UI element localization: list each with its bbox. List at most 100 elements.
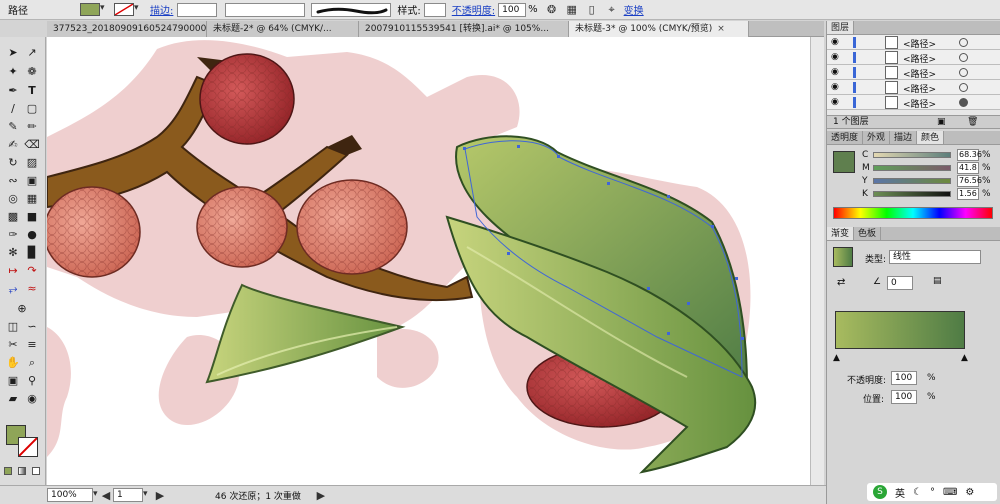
- type-tool-icon[interactable]: T: [24, 83, 40, 99]
- gradient-stop-right-icon[interactable]: ▲: [961, 353, 968, 363]
- target-icon[interactable]: [959, 68, 968, 77]
- artboard-canvas[interactable]: [47, 37, 810, 485]
- eye-icon[interactable]: ◉: [831, 37, 839, 47]
- layer-row[interactable]: ◉ <路径>: [827, 65, 1000, 80]
- eyedropper-tool-icon[interactable]: ✑: [5, 227, 21, 243]
- gradient-opacity-input[interactable]: 100: [891, 371, 917, 385]
- zoom-dropdown-icon[interactable]: [93, 489, 101, 502]
- eye-icon[interactable]: ◉: [831, 52, 839, 62]
- punctuation-icon[interactable]: °: [930, 487, 935, 498]
- selection-tool-icon[interactable]: ➤: [5, 45, 21, 61]
- tab-transparency[interactable]: 透明度: [827, 131, 864, 144]
- reverse-gradient-icon[interactable]: ⇄: [837, 277, 845, 288]
- tab-swatches[interactable]: 色板: [854, 227, 882, 240]
- keyboard-icon[interactable]: ⌨: [943, 487, 957, 498]
- variable-width-field[interactable]: [225, 2, 306, 17]
- tab-doc-2[interactable]: 未标题-2* @ 64% (CMYK/...: [207, 21, 359, 37]
- layer-row[interactable]: ◉ <路径>: [827, 35, 1000, 50]
- pen-tool-icon[interactable]: ✒: [5, 83, 21, 99]
- none-mode-icon[interactable]: [32, 467, 40, 475]
- eye-icon[interactable]: ◉: [831, 82, 839, 92]
- target-icon[interactable]: [959, 83, 968, 92]
- reshape-tool-icon[interactable]: ↷: [24, 263, 40, 279]
- tab-layers[interactable]: 图层: [827, 21, 855, 34]
- symbol-sprayer-tool-icon[interactable]: ✻: [5, 245, 21, 261]
- yellow-input[interactable]: 76.56: [957, 175, 982, 187]
- fill-dropdown-icon[interactable]: [100, 3, 108, 16]
- pencil-tool-icon[interactable]: ✏: [24, 119, 40, 135]
- layer-row[interactable]: ◉ <路径>: [827, 80, 1000, 95]
- prev-artboard-icon[interactable]: ◀: [101, 487, 111, 503]
- document-setup-icon[interactable]: ▦: [564, 2, 580, 18]
- new-layer-icon[interactable]: ▣: [937, 116, 946, 129]
- gradient-location-input[interactable]: 100: [891, 390, 917, 404]
- tab-appearance[interactable]: 外观: [863, 131, 891, 144]
- yellow-slider[interactable]: [873, 178, 951, 184]
- magenta-input[interactable]: 41.8: [957, 162, 979, 174]
- artboard-number-field[interactable]: 1: [113, 488, 143, 502]
- sogou-logo-icon[interactable]: S: [873, 485, 887, 499]
- tab-doc-3[interactable]: 2007910115539541 [转换].ai* @ 105%...: [359, 21, 569, 37]
- gradient-slider[interactable]: [835, 311, 965, 349]
- eraser-tool-icon[interactable]: ⌫: [24, 137, 40, 153]
- mesh-tool-icon[interactable]: ▩: [5, 209, 21, 225]
- magic-wand-tool-icon[interactable]: ✦: [5, 64, 21, 80]
- cyan-slider[interactable]: [873, 152, 951, 158]
- tab-stroke[interactable]: 描边: [890, 131, 918, 144]
- black-slider[interactable]: [873, 191, 951, 197]
- cyan-input[interactable]: 68.36: [957, 149, 982, 161]
- stroke-link[interactable]: 描边:: [150, 2, 173, 17]
- black-input[interactable]: 1.56: [957, 188, 979, 200]
- smooth-tool-icon[interactable]: ≈: [24, 281, 40, 297]
- line-tool-icon[interactable]: ∕: [5, 101, 21, 117]
- rotate-tool-icon[interactable]: ↻: [5, 155, 21, 171]
- gradient-mode-icon[interactable]: [18, 467, 26, 475]
- hand-tool-icon[interactable]: ✋: [5, 355, 21, 371]
- tab-color[interactable]: 颜色: [917, 131, 945, 144]
- free-transform-tool-icon[interactable]: ▣: [24, 173, 40, 189]
- shape-builder-tool-icon[interactable]: ◎: [5, 191, 21, 207]
- crosshair-tool-icon[interactable]: ⊕: [14, 301, 30, 317]
- status-menu-icon[interactable]: ▶: [313, 487, 329, 503]
- vertical-scrollbar[interactable]: [810, 37, 824, 485]
- warp-tool-icon[interactable]: ∾: [5, 173, 21, 189]
- direct-selection-tool-icon[interactable]: ↗: [24, 45, 40, 61]
- transform-link[interactable]: 变换: [624, 2, 644, 17]
- magenta-slider[interactable]: [873, 165, 951, 171]
- gradient-type-select[interactable]: 线性: [889, 250, 981, 264]
- perspective-grid-tool-icon[interactable]: ▦: [24, 191, 40, 207]
- anchor-point-tool-icon[interactable]: ⥅: [5, 281, 21, 297]
- moon-icon[interactable]: ☾: [913, 487, 922, 498]
- close-tab-icon[interactable]: ×: [717, 24, 725, 34]
- misc-tool-b-icon[interactable]: ◉: [24, 391, 40, 407]
- zoom-out-tool-icon[interactable]: ⚲: [24, 373, 40, 389]
- zoom-field[interactable]: 100%: [47, 488, 93, 502]
- artboard-tool-icon[interactable]: ◫: [5, 319, 21, 335]
- layer-row[interactable]: ◉ <路径>: [827, 50, 1000, 65]
- angle-input[interactable]: 0: [887, 276, 913, 290]
- slice-tool-icon[interactable]: ∽: [24, 319, 40, 335]
- eye-icon[interactable]: ◉: [831, 67, 839, 77]
- target-icon[interactable]: [959, 38, 968, 47]
- target-icon[interactable]: [959, 53, 968, 62]
- lasso-tool-icon[interactable]: ❁: [24, 64, 40, 80]
- column-graph-tool-icon[interactable]: ▉: [24, 245, 40, 261]
- stroke-dropdown-icon[interactable]: [134, 3, 142, 16]
- rectangle-tool-icon[interactable]: ▢: [24, 101, 40, 117]
- gradient-thumbnail[interactable]: [833, 247, 853, 267]
- delete-layer-icon[interactable]: 🗑: [967, 116, 978, 129]
- knife-tool-icon[interactable]: ≡: [24, 337, 40, 353]
- tab-doc-4[interactable]: 未标题-3* @ 100% (CMYK/预览) ×: [569, 21, 749, 37]
- opacity-input[interactable]: 100: [498, 2, 527, 17]
- misc-tool-a-icon[interactable]: ▰: [5, 391, 21, 407]
- target-icon[interactable]: [959, 98, 968, 107]
- stroke-weight-field[interactable]: [177, 2, 218, 17]
- layer-row[interactable]: ◉ <路径>: [827, 95, 1000, 110]
- align-icon[interactable]: ▯: [584, 2, 600, 18]
- eye-icon[interactable]: ◉: [831, 97, 839, 107]
- tab-doc-1[interactable]: 377523_20180909160524790000 [转换].ai*: [47, 21, 207, 37]
- print-tiling-tool-icon[interactable]: ▣: [5, 373, 21, 389]
- color-mode-icon[interactable]: [4, 467, 12, 475]
- scale-tool-icon[interactable]: ▨: [24, 155, 40, 171]
- gradient-tool-icon[interactable]: ■: [24, 209, 40, 225]
